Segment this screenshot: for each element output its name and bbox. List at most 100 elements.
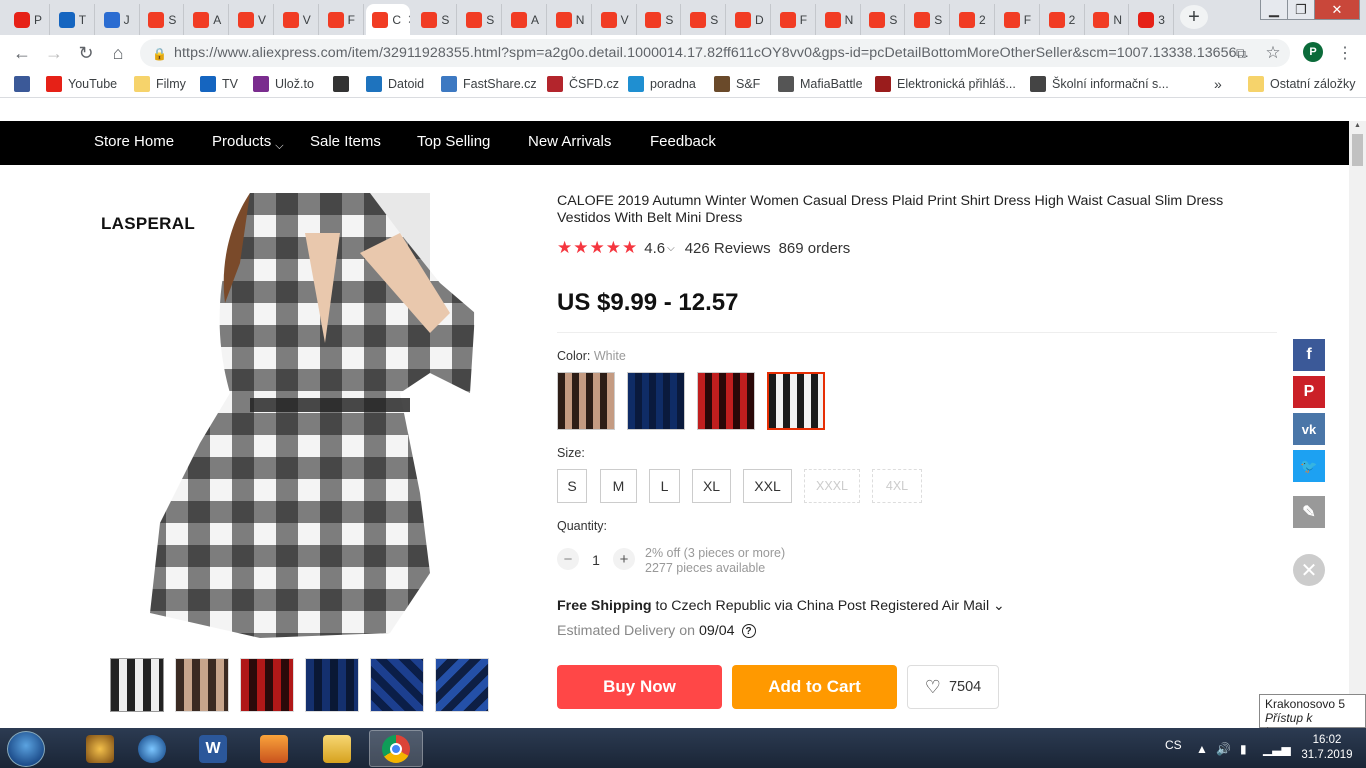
browser-tab[interactable]: V [595,4,637,35]
battlenet-icon[interactable] [125,730,179,767]
color-swatch-blue[interactable] [627,372,685,430]
facebook-icon[interactable]: f [1293,339,1325,371]
browser-tab[interactable]: D [729,4,771,35]
network-icon[interactable]: ▁▃▅ [1263,742,1291,756]
language-indicator[interactable]: CS [1165,738,1182,752]
translate-icon[interactable]: ⧉ [1230,42,1252,64]
thumbnail-4[interactable] [305,658,359,712]
media-player-icon[interactable] [247,730,301,767]
browser-tab[interactable]: S [460,4,503,35]
scroll-thumb[interactable] [1352,134,1363,166]
bookmark-item[interactable] [14,75,36,93]
nav-products[interactable]: Products ⌵ [212,133,284,152]
bookmark-item[interactable] [333,75,355,93]
hearthstone-icon[interactable] [73,730,127,767]
bookmark-item[interactable]: S&F [714,75,760,93]
scroll-up-arrow[interactable]: ▲ [1352,122,1363,132]
size-m[interactable]: M [600,469,637,503]
browser-tab[interactable]: C✕ [366,4,411,35]
close-icon[interactable]: ✕ [1293,554,1325,586]
window-close-button[interactable]: ✕ [1314,0,1360,20]
shipping-info[interactable]: Free Shipping to Czech Republic via Chin… [557,598,1005,614]
browser-tab[interactable]: S [908,4,951,35]
nav-store-home[interactable]: Store Home [94,133,174,150]
bookmark-star-icon[interactable]: ☆ [1262,42,1284,64]
thumbnail-3[interactable] [240,658,294,712]
bookmark-item[interactable]: FastShare.cz [441,75,537,93]
reload-icon[interactable]: ↻ [75,42,97,64]
volume-icon[interactable]: 🔊 [1216,742,1231,756]
quantity-increase-button[interactable]: + [613,548,635,570]
bookmark-item[interactable]: MafiaBattle [778,75,863,93]
nav-top-selling[interactable]: Top Selling [417,133,490,150]
minimize-button[interactable]: ▁ [1260,0,1288,20]
home-icon[interactable]: ⌂ [107,42,129,64]
system-clock[interactable]: 16:02 31.7.2019 [1298,733,1356,763]
size-xl[interactable]: XL [692,469,731,503]
nav-new-arrivals[interactable]: New Arrivals [528,133,611,150]
bookmark-item[interactable]: poradna [628,75,696,93]
browser-tab[interactable]: F [774,4,816,35]
reviews-count[interactable]: 426 Reviews [685,240,771,257]
browser-tab[interactable]: S [639,4,682,35]
browser-tab[interactable]: A [187,4,230,35]
browser-tab[interactable]: S [415,4,458,35]
maximize-button[interactable]: ❐ [1287,0,1315,20]
word-icon[interactable]: W [186,730,240,767]
nav-sale-items[interactable]: Sale Items [310,133,381,150]
browser-tab[interactable]: F [998,4,1040,35]
nav-feedback[interactable]: Feedback [650,133,716,150]
add-to-cart-button[interactable]: Add to Cart [732,665,897,709]
bookmark-item[interactable]: YouTube [46,75,117,93]
browser-tab[interactable]: N [550,4,592,35]
browser-tab[interactable]: P [8,4,50,35]
explorer-folder-icon[interactable] [310,730,364,767]
chevron-down-icon[interactable]: ⌵ [667,243,675,254]
bookmark-item[interactable]: Školní informační s... [1030,75,1169,93]
thumbnail-6[interactable] [435,658,489,712]
browser-tab[interactable]: V [277,4,319,35]
browser-tab[interactable]: A [505,4,547,35]
size-xxl[interactable]: XXL [743,469,792,503]
bookmark-item[interactable]: Ulož.to [253,75,314,93]
browser-tab[interactable]: T [53,4,95,35]
new-tab-button[interactable]: + [1180,5,1208,29]
browser-tab[interactable]: 2 [953,4,995,35]
browser-tab[interactable]: S [142,4,185,35]
color-swatch-brown[interactable] [557,372,615,430]
browser-tab[interactable]: 3 [1132,4,1175,35]
lock-icon[interactable]: 🔒 [152,47,167,61]
color-swatch-red[interactable] [697,372,755,430]
browser-tab[interactable]: 2 [1043,4,1085,35]
quantity-input[interactable]: 1 [588,552,604,568]
pinterest-icon[interactable]: P [1293,376,1325,408]
size-s[interactable]: S [557,469,587,503]
help-icon[interactable]: ? [741,624,756,638]
browser-tab[interactable]: S [684,4,727,35]
size-l[interactable]: L [649,469,680,503]
bookmarks-more-button[interactable]: » [1214,75,1222,93]
battery-icon[interactable]: ▮ [1240,742,1247,756]
thumbnail-2[interactable] [175,658,229,712]
other-bookmarks[interactable]: Ostatní záložky [1248,75,1355,93]
menu-dots-icon[interactable]: ⋮ [1334,42,1356,64]
address-bar[interactable]: https://www.aliexpress.com/item/32911928… [140,39,1290,67]
color-swatch-white[interactable] [767,372,825,430]
bookmark-item[interactable]: Filmy [134,75,186,93]
browser-tab[interactable]: N [1087,4,1130,35]
vk-icon[interactable]: vk [1293,413,1325,445]
thumbnail-1[interactable] [110,658,164,712]
browser-tab[interactable]: S [863,4,906,35]
windows-start-icon[interactable] [7,731,45,767]
forward-icon[interactable]: → [43,42,65,64]
wishlist-button[interactable]: ♡ 7504 [907,665,999,709]
page-scrollbar[interactable] [1349,121,1366,728]
profile-avatar[interactable]: P [1303,42,1323,62]
chrome-icon[interactable] [369,730,423,767]
tray-expand-icon[interactable]: ▲ [1196,742,1208,756]
tab-close-icon[interactable]: ✕ [407,12,410,28]
back-icon[interactable]: ← [11,42,33,64]
bookmark-item[interactable]: Elektronická přihláš... [875,75,1016,93]
edit-icon[interactable]: ✎ [1293,496,1325,528]
quantity-decrease-button[interactable]: − [557,548,579,570]
